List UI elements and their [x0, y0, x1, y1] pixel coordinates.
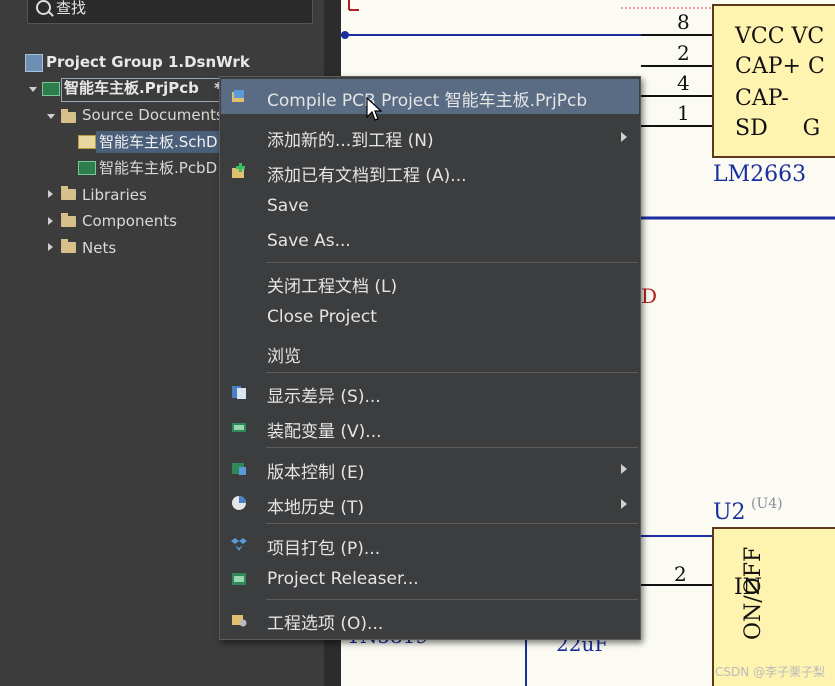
source-documents-label: Source Documents	[82, 106, 224, 124]
chip-pin-label: VCC VC	[735, 24, 825, 49]
tree-item-pcb-doc[interactable]: 智能车主板.PcbD	[99, 157, 217, 179]
pcb-project-icon	[42, 82, 60, 96]
chip-pin-label: SD G	[735, 116, 821, 141]
components-label: Components	[82, 212, 177, 230]
menu-item-close-documents[interactable]: 关闭工程文档 (L)	[221, 265, 639, 300]
onoff-pin-label: ON/OFF	[741, 546, 766, 640]
menu-item-version-control[interactable]: 版本控制 (E)	[221, 451, 639, 486]
sch-doc-label: 智能车主板.SchD	[99, 133, 218, 151]
tree-item-libraries[interactable]: Libraries	[82, 184, 147, 206]
menu-item-label: 版本控制 (E)	[267, 463, 365, 483]
version-control-icon	[232, 463, 246, 475]
menu-separator	[266, 447, 638, 448]
pcb-doc-label: 智能车主板.PcbD	[99, 159, 218, 177]
chip-pin-label: CAP+ C	[735, 54, 825, 79]
tree-item-project[interactable]: 智能车主板.PrjPcb *	[64, 77, 222, 99]
menu-item-add-existing[interactable]: 添加已有文档到工程 (A)...	[221, 154, 639, 189]
collapse-arrow-icon[interactable]	[47, 114, 55, 119]
menu-item-label: 浏览	[267, 347, 301, 367]
project-group-label: Project Group 1.DsnWrk	[46, 53, 250, 71]
add-document-icon	[232, 163, 245, 178]
pin-number: 4	[677, 71, 690, 95]
menu-item-browse[interactable]: 浏览	[221, 335, 639, 370]
project-group-icon	[25, 54, 43, 72]
pin-number: 8	[677, 10, 690, 34]
menu-item-label: Save As...	[267, 231, 351, 251]
menu-item-label: Close Project	[267, 307, 377, 327]
expand-arrow-icon[interactable]	[48, 243, 53, 251]
tree-item-nets[interactable]: Nets	[82, 237, 116, 259]
options-icon	[232, 615, 247, 627]
menu-item-variants[interactable]: 装配变量 (V)...	[221, 410, 639, 445]
menu-item-close-project[interactable]: Close Project	[221, 300, 639, 335]
menu-separator	[266, 599, 638, 600]
chip-pin-label: CAP-	[735, 86, 789, 111]
menu-item-label: Save	[267, 196, 309, 216]
menu-item-show-differences[interactable]: 显示差异 (S)...	[221, 375, 639, 410]
collapse-arrow-icon[interactable]	[29, 87, 37, 92]
tree-item-components[interactable]: Components	[82, 210, 177, 232]
menu-item-project-releaser[interactable]: Project Releaser...	[221, 562, 639, 597]
menu-item-label: 添加新的...到工程 (N)	[267, 131, 434, 151]
pin-number: 1	[677, 101, 690, 125]
package-icon	[231, 538, 247, 551]
chip-name: LM2663	[713, 162, 807, 187]
folder-icon	[61, 239, 76, 253]
menu-item-label: Compile PCB Project 智能车主板.PrjPcb	[267, 91, 588, 111]
menu-item-label: 显示差异 (S)...	[267, 387, 381, 407]
menu-item-project-packager[interactable]: 项目打包 (P)...	[221, 527, 639, 562]
menu-item-label: 项目打包 (P)...	[267, 539, 381, 559]
menu-item-label: 装配变量 (V)...	[267, 422, 382, 442]
mouse-cursor-icon	[366, 97, 382, 121]
tree-item-sch-doc[interactable]: 智能车主板.SchD	[99, 131, 218, 153]
submenu-arrow-icon	[621, 464, 627, 474]
red-designator: D	[641, 284, 658, 308]
menu-separator	[266, 523, 638, 524]
menu-item-label: 添加已有文档到工程 (A)...	[267, 166, 467, 186]
releaser-icon	[232, 573, 246, 585]
menu-item-label: 本地历史 (T)	[267, 498, 365, 518]
menu-item-label: Project Releaser...	[267, 569, 419, 589]
menu-item-compile[interactable]: Compile PCB Project 智能车主板.PrjPcb	[221, 79, 639, 114]
tree-item-project-group[interactable]: Project Group 1.DsnWrk	[46, 51, 250, 73]
schematic-doc-icon	[78, 135, 96, 149]
folder-icon	[61, 186, 76, 200]
folder-icon	[61, 213, 76, 227]
project-label: 智能车主板.PrjPcb	[64, 79, 199, 97]
diff-icon	[232, 386, 246, 399]
variant-icon	[232, 423, 246, 432]
folder-icon	[61, 109, 76, 123]
nets-label: Nets	[82, 239, 117, 257]
search-input[interactable]: 查找	[27, 0, 313, 24]
u2-sub-designator: (U4)	[751, 496, 783, 512]
menu-separator	[266, 262, 638, 263]
pin-number: 2	[674, 562, 687, 586]
expand-arrow-icon[interactable]	[48, 190, 53, 198]
menu-item-save-as[interactable]: Save As...	[221, 224, 639, 259]
menu-item-add-new[interactable]: 添加新的...到工程 (N)	[221, 119, 639, 154]
compile-icon	[232, 90, 244, 102]
submenu-arrow-icon	[621, 499, 627, 509]
search-icon	[36, 0, 51, 15]
context-menu: Compile PCB Project 智能车主板.PrjPcb 添加新的...…	[219, 76, 641, 640]
menu-separator	[266, 372, 638, 373]
submenu-arrow-icon	[621, 132, 627, 142]
tree-item-source-documents[interactable]: Source Documents	[82, 104, 224, 126]
menu-item-project-options[interactable]: 工程选项 (O)...	[221, 602, 639, 637]
menu-item-local-history[interactable]: 本地历史 (T)	[221, 486, 639, 521]
menu-item-label: 关闭工程文档 (L)	[267, 277, 398, 297]
u2-designator: U2	[713, 500, 746, 525]
libraries-label: Libraries	[82, 186, 147, 204]
pcb-doc-icon	[78, 161, 96, 175]
menu-item-label: 工程选项 (O)...	[267, 614, 384, 634]
history-icon	[232, 496, 246, 510]
menu-item-save[interactable]: Save	[221, 189, 639, 224]
search-placeholder: 查找	[56, 0, 87, 17]
expand-arrow-icon[interactable]	[48, 217, 53, 225]
pin-number: 2	[677, 41, 690, 65]
watermark: CSDN @李子栗子梨	[714, 665, 825, 679]
